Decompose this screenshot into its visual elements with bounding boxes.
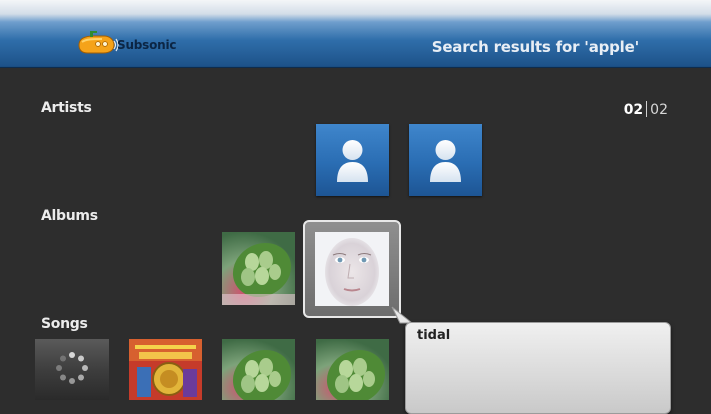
spinner-icon (56, 352, 88, 384)
album-cover-selected[interactable] (315, 232, 389, 306)
album-tooltip: tidal (405, 322, 671, 414)
person-icon (337, 140, 368, 182)
page-indicator: 02 02 (624, 101, 668, 118)
songs-label: Songs (41, 316, 88, 332)
selected-album-frame[interactable] (303, 220, 401, 318)
album-art-brass (129, 339, 202, 400)
album-art-pod (222, 232, 295, 305)
song-cover[interactable] (129, 339, 202, 400)
album-cover[interactable] (222, 232, 295, 305)
person-icon (430, 140, 461, 182)
album-art-pod (222, 339, 295, 400)
artist-tile[interactable] (316, 124, 389, 196)
total-pages: 02 (650, 102, 668, 118)
app-name: Subsonic (117, 38, 177, 52)
pager-divider (646, 101, 648, 117)
tooltip-title: tidal (417, 328, 451, 343)
album-art-pod (316, 339, 389, 400)
loading-tile (35, 339, 109, 400)
albums-label: Albums (41, 208, 98, 224)
header-bar: Subsonic Search results for 'apple' (0, 0, 711, 68)
subsonic-logo (78, 31, 119, 54)
page-title: Search results for 'apple' (431, 38, 639, 56)
song-cover[interactable] (222, 339, 295, 400)
artist-tile[interactable] (409, 124, 482, 196)
song-cover[interactable] (316, 339, 389, 400)
album-art-face (315, 232, 389, 306)
artists-label: Artists (41, 100, 92, 116)
current-page: 02 (623, 102, 644, 118)
